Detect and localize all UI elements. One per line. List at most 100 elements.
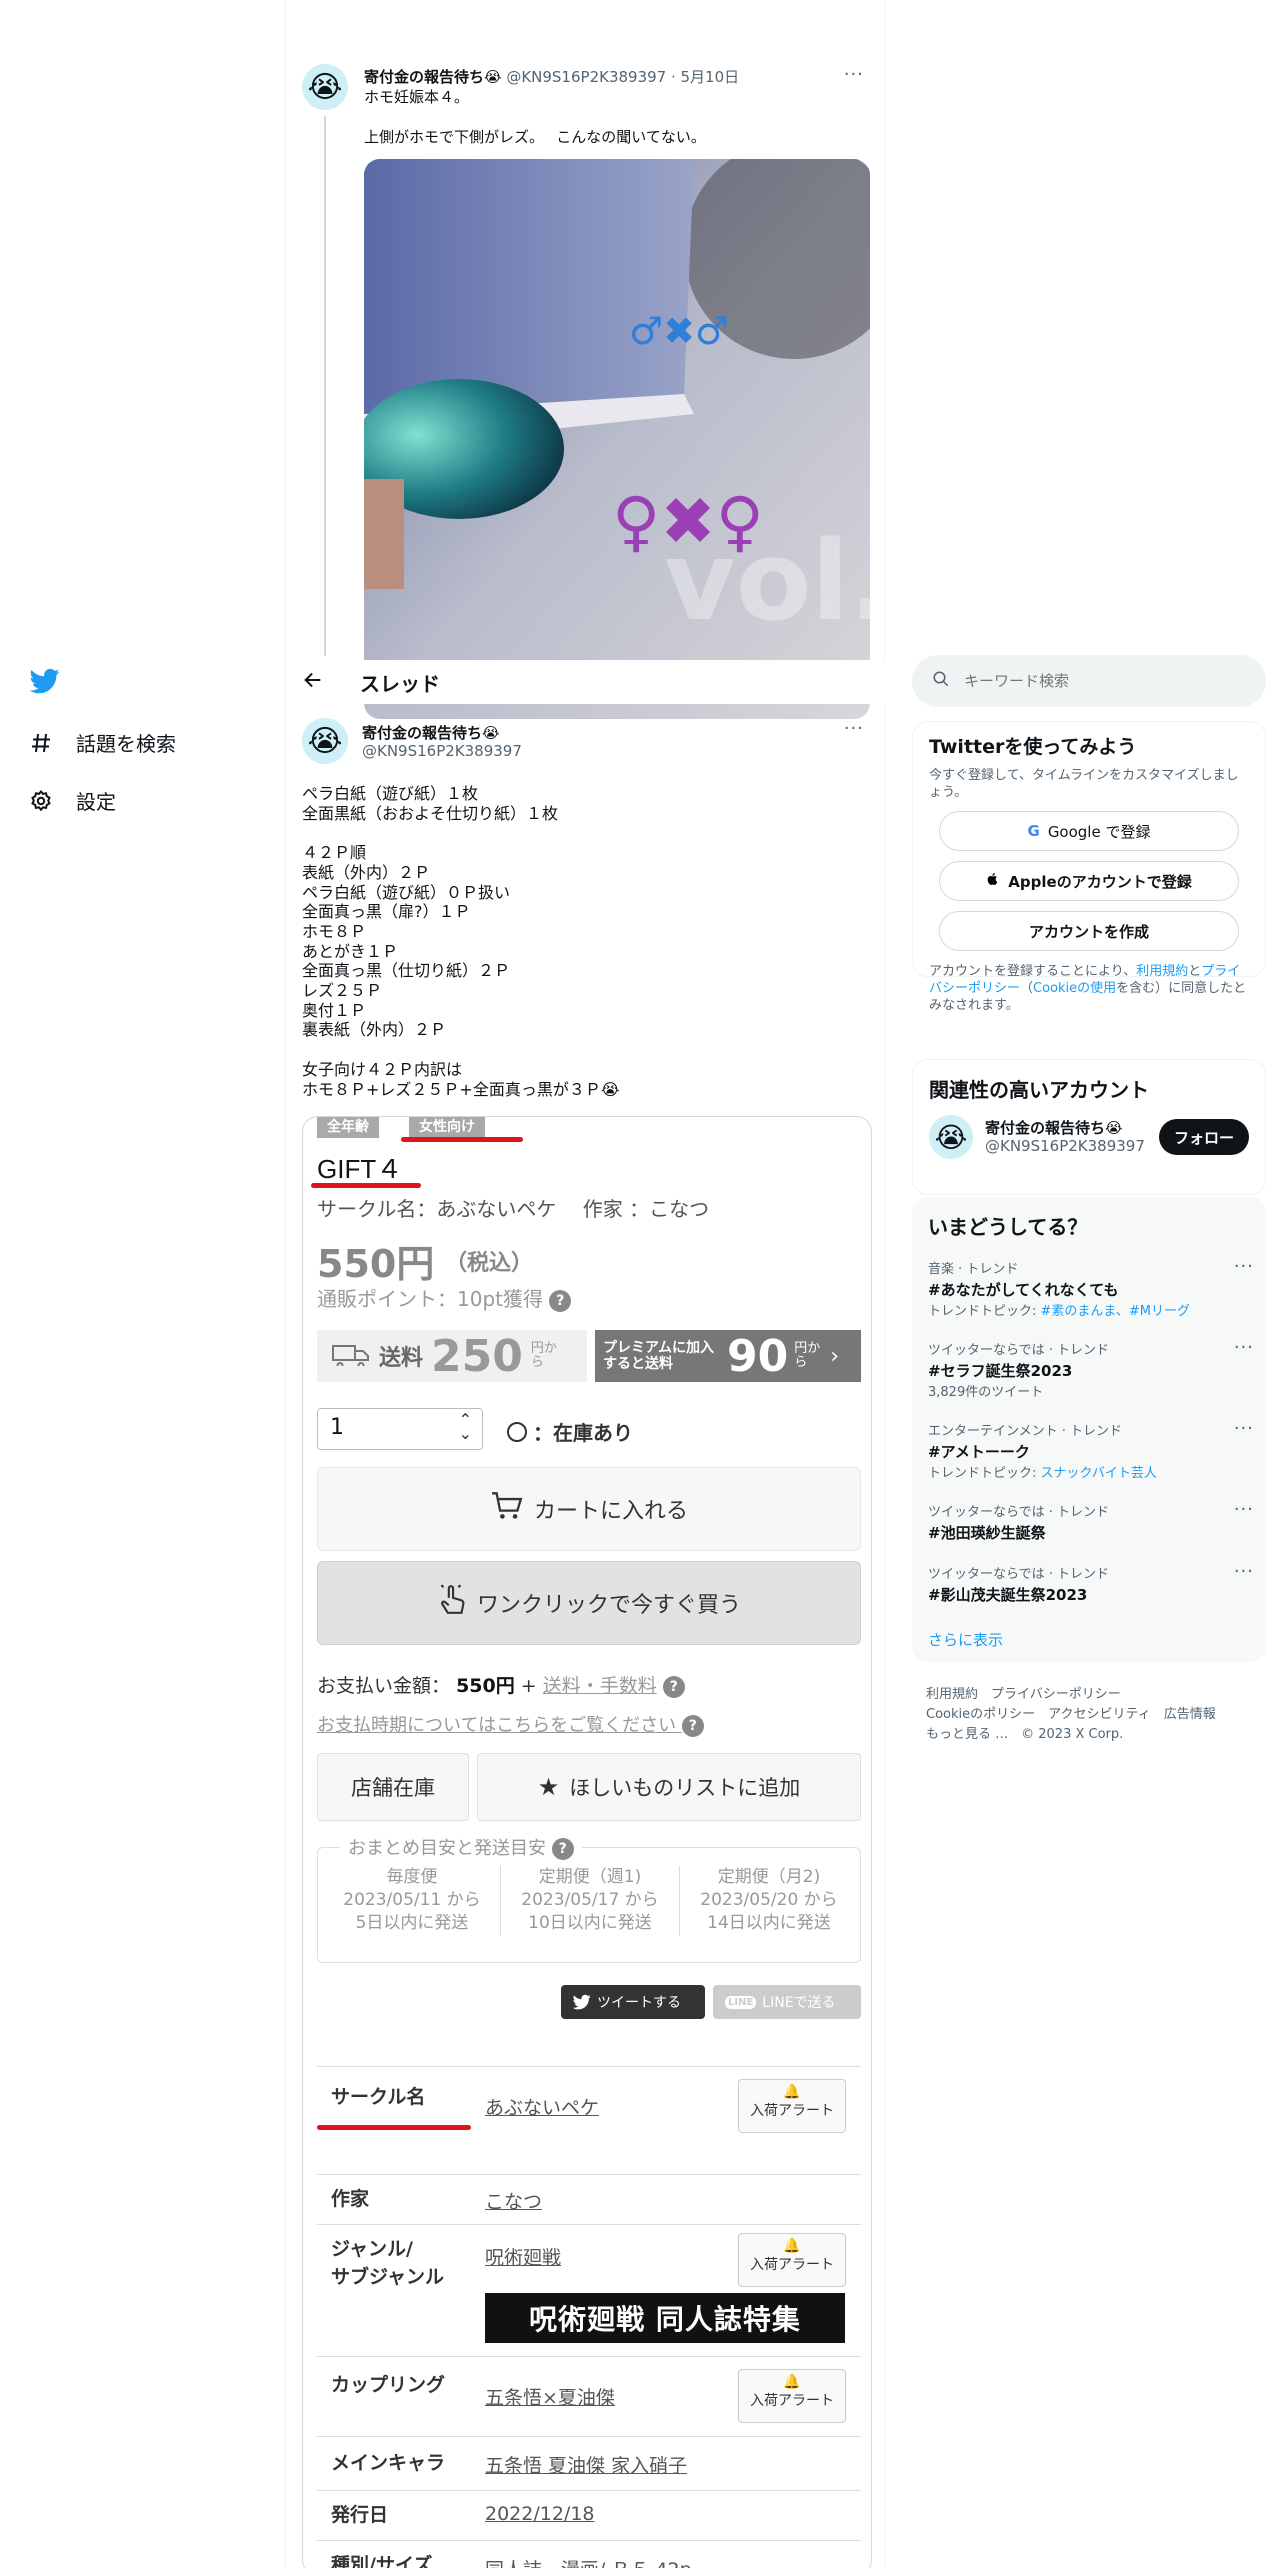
search-box[interactable]: [912, 655, 1266, 707]
avatar[interactable]: 😭: [302, 64, 348, 110]
more-options-icon[interactable]: ···: [1234, 1256, 1254, 1277]
legal-text: アカウントを登録することにより、: [929, 964, 1137, 979]
tweet-share-button[interactable]: ツイートする: [561, 1985, 705, 2019]
spec-value-genre[interactable]: 呪術廻戦: [485, 2243, 561, 2270]
more-options-icon[interactable]: ···: [844, 718, 864, 739]
attached-screenshot[interactable]: 全年齢 女性向け GIFT４ サークル名：あぶないペケ 作家 ：こなつ 550円…: [302, 1116, 872, 2568]
account-row[interactable]: 😭 寄付金の報告待ち😭 @KN9S16P2K389397 フォロー: [913, 1115, 1265, 1175]
spec-label: カップリング: [331, 2374, 446, 2396]
apple-signup-button[interactable]: Appleのアカウントで登録: [939, 861, 1239, 901]
hashtag-icon: [28, 730, 54, 756]
author-handle[interactable]: @KN9S16P2K389397: [362, 742, 522, 760]
google-signup-button[interactable]: G Google で登録: [939, 811, 1239, 851]
more-options-icon[interactable]: ···: [1234, 1499, 1254, 1520]
add-to-cart-label: カートに入れる: [533, 1499, 688, 1524]
shipping-option-eta: 10日以内に発送: [528, 1913, 652, 1933]
footer-line[interactable]: Cookieのポリシー アクセシビリティ 広告情報: [926, 1705, 1216, 1725]
spec-value-circle[interactable]: あぶないペケ: [485, 2093, 599, 2120]
trend-item[interactable]: 音楽 · トレンド #あなたがしてくれなくても トレンドトピック: #素のまんま…: [912, 1248, 1266, 1329]
trend-topic-link[interactable]: スナックバイト芸人: [1041, 1466, 1157, 1481]
footer-line[interactable]: 利用規約 プライバシーポリシー: [926, 1685, 1216, 1705]
quantity-value: 1: [330, 1415, 344, 1440]
trend-item[interactable]: ツイッターならでは · トレンド #セラフ誕生祭2023 3,829件のツイート…: [912, 1329, 1266, 1410]
line-share-button[interactable]: LINE LINEで送る: [713, 1985, 861, 2019]
table-row: 種別/サイズ 同人誌 - 漫画/ Ｂ５ 42p: [317, 2540, 861, 2568]
avatar[interactable]: 😭: [929, 1115, 973, 1159]
genre-feature-banner[interactable]: 呪術廻戦 同人誌特集: [485, 2293, 845, 2343]
updown-chevron-icon: ⌃ ⌄: [458, 1410, 472, 1443]
restock-alert-button[interactable]: 🔔 入荷アラート: [738, 2233, 846, 2287]
show-more-link[interactable]: さらに表示: [912, 1615, 1266, 1664]
trend-topic-link[interactable]: #素のまんま、#Mリーグ: [1041, 1304, 1190, 1319]
signup-desc: 今すぐ登録して、タイムラインをカスタマイズしましょう。: [929, 768, 1239, 800]
avatar[interactable]: 😭: [302, 718, 348, 764]
nav-settings[interactable]: 設定: [28, 786, 116, 815]
help-icon[interactable]: ?: [549, 1289, 572, 1312]
author-name[interactable]: 寄付金の報告待ち😭: [364, 68, 502, 86]
author-handle-date[interactable]: @KN9S16P2K389397 · 5月10日: [506, 68, 739, 86]
store-stock-button[interactable]: 店舗在庫: [317, 1753, 469, 1821]
spec-value-author[interactable]: こなつ: [485, 2187, 542, 2214]
spec-value-coupling[interactable]: 五条悟×夏油傑: [485, 2383, 615, 2410]
shipping-fee-link[interactable]: 送料・手数料: [543, 1675, 657, 1697]
premium-shipping-banner[interactable]: プレミアムに加入すると送料 90 円から ›: [595, 1330, 861, 1382]
restock-alert-label: 入荷アラート: [750, 2103, 834, 2119]
restock-alert-button[interactable]: 🔔 入荷アラート: [738, 2079, 846, 2133]
quantity-select[interactable]: 1 ⌃ ⌄: [317, 1408, 483, 1450]
signup-panel: Twitterを使ってみよう 今すぐ登録して、タイムラインをカスタマイズしましょ…: [912, 721, 1266, 1013]
wishlist-button[interactable]: ★ ほしいものリストに追加: [477, 1753, 861, 1821]
restock-alert-button[interactable]: 🔔 入荷アラート: [738, 2369, 846, 2423]
star-icon: ★: [537, 1773, 560, 1801]
one-click-buy-button[interactable]: ワンクリックで今すぐ買う: [317, 1561, 861, 1645]
thread-connector-line: [324, 116, 326, 656]
shipping-option-name: 定期便（週1): [538, 1867, 642, 1887]
footer-line[interactable]: もっと見る … © 2023 X Corp.: [926, 1725, 1216, 1745]
shipping-value: 250: [431, 1330, 523, 1382]
nav-explore[interactable]: 話題を検索: [28, 728, 176, 757]
shipping-option-every: 毎度便 2023/05/11 から 5日以内に発送: [323, 1866, 501, 1935]
add-to-cart-button[interactable]: カートに入れる: [317, 1467, 861, 1551]
follow-button[interactable]: フォロー: [1159, 1119, 1249, 1155]
more-options-icon[interactable]: ···: [1234, 1561, 1254, 1582]
more-options-icon[interactable]: ···: [1234, 1337, 1254, 1358]
shipping-label: 送料: [379, 1346, 424, 1371]
tweet-image[interactable]: vol.2 ♂✖♂ ♀✖♀: [364, 159, 870, 719]
red-underline: [311, 1183, 421, 1188]
account-handle[interactable]: @KN9S16P2K389397: [985, 1137, 1145, 1155]
related-accounts-panel: 関連性の高いアカウント 😭 寄付金の報告待ち😭 @KN9S16P2K389397…: [912, 1059, 1266, 1195]
account-name[interactable]: 寄付金の報告待ち😭: [985, 1117, 1123, 1138]
payment-amount-line: お支払い金額： 550円 + 送料・手数料 ?: [317, 1671, 685, 1698]
author-name[interactable]: 寄付金の報告待ち😭: [362, 722, 500, 743]
more-options-icon[interactable]: ···: [1234, 1418, 1254, 1439]
trend-item[interactable]: エンターテインメント · トレンド #アメトーーク トレンドトピック: スナック…: [912, 1410, 1266, 1491]
bell-icon: 🔔: [783, 2238, 801, 2254]
more-options-icon[interactable]: ···: [844, 64, 864, 85]
terms-link[interactable]: 利用規約: [1136, 964, 1188, 979]
bird-icon: [573, 1994, 591, 2010]
legal-text: （: [1020, 981, 1034, 996]
payment-timing-link[interactable]: お支払時期についてはこちらをご覧ください: [317, 1715, 676, 1736]
trend-item[interactable]: ツイッターならでは · トレンド #池田瑛紗生誕祭 ···: [912, 1491, 1266, 1553]
spec-value-date[interactable]: 2022/12/18: [485, 2503, 595, 2525]
trend-item[interactable]: ツイッターならでは · トレンド #影山茂夫誕生祭2023 ···: [912, 1553, 1266, 1615]
back-arrow-icon[interactable]: [302, 669, 324, 695]
pay-label: お支払い金額：: [317, 1675, 451, 1697]
tweet-text: ペラ白紙（遊び紙）１枚 全面黒紙（おおよそ仕切り紙）１枚 ４２Ｐ順 表紙（外内）…: [302, 784, 620, 1099]
price: 550円: [317, 1242, 435, 1286]
shipping-option-weekly: 定期便（週1) 2023/05/17 から 10日以内に発送: [501, 1866, 679, 1935]
table-row: サークル名 あぶないペケ 🔔 入荷アラート: [317, 2066, 861, 2174]
spec-value-characters[interactable]: 五条悟 夏油傑 家入硝子: [485, 2451, 687, 2478]
twitter-logo-icon[interactable]: [28, 666, 62, 696]
trend-meta: 音楽 · トレンド: [928, 1262, 1019, 1277]
shipping-option-name: 定期便（月2): [717, 1867, 821, 1887]
create-account-button[interactable]: アカウントを作成: [939, 911, 1239, 951]
search-input[interactable]: [964, 672, 1244, 690]
cookie-link[interactable]: Cookieの使用: [1033, 981, 1116, 996]
help-icon[interactable]: ?: [681, 1715, 704, 1737]
restock-alert-label: 入荷アラート: [750, 2393, 834, 2409]
signup-title: Twitterを使ってみよう: [929, 736, 1137, 758]
help-icon[interactable]: ?: [662, 1675, 685, 1698]
pay-amount: 550円: [456, 1675, 515, 1697]
shipping-estimate-title-text: おまとめ目安と発送目安: [348, 1838, 546, 1859]
help-icon[interactable]: ?: [551, 1838, 574, 1860]
